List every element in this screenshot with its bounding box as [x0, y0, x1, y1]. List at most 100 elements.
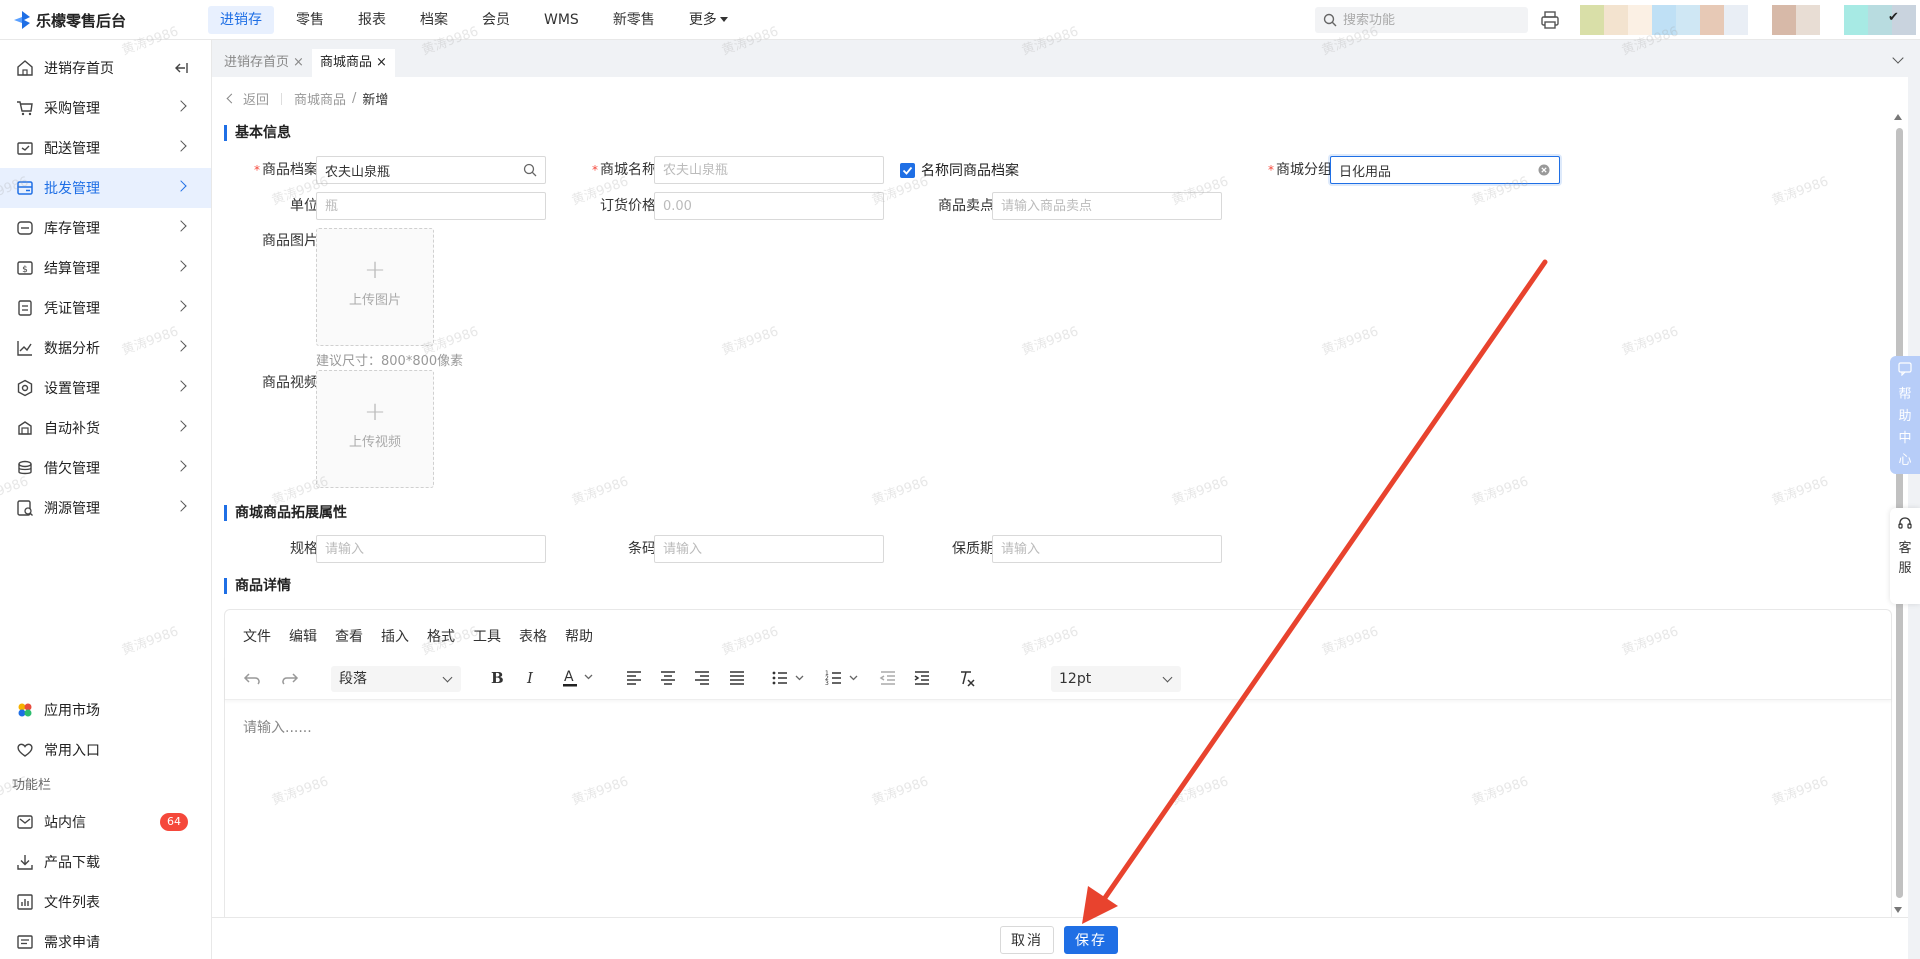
- tab-inventory-home[interactable]: 进销存首页 ×: [216, 49, 312, 77]
- printer-icon[interactable]: [1540, 10, 1560, 30]
- bold-icon[interactable]: B: [491, 666, 504, 690]
- wholesale-icon: [17, 181, 33, 195]
- unit-input[interactable]: [316, 192, 546, 220]
- tab-mall-products[interactable]: 商城商品 ×: [312, 49, 395, 77]
- breadcrumb-current: 新增: [362, 93, 389, 108]
- sidebar-item-voucher[interactable]: 凭证管理: [0, 288, 211, 328]
- product-file-input[interactable]: [316, 156, 546, 184]
- caret-down-icon: [719, 17, 728, 22]
- save-button[interactable]: 保存: [1064, 926, 1118, 954]
- spec-input[interactable]: [316, 535, 546, 563]
- image-size-hint: 建议尺寸：800*800像素: [316, 354, 464, 369]
- sidebar-item-settings[interactable]: 设置管理: [0, 368, 211, 408]
- sidebar-item-trace[interactable]: 溯源管理: [0, 488, 211, 528]
- nav-item-reports[interactable]: 报表: [346, 6, 398, 34]
- editor-menu-view[interactable]: 查看: [335, 626, 363, 646]
- close-icon[interactable]: ×: [293, 55, 304, 70]
- video-upload[interactable]: + 上传视频: [316, 370, 434, 488]
- breadcrumb-parent[interactable]: 商城商品: [294, 89, 346, 108]
- align-right-icon[interactable]: [693, 666, 711, 690]
- sidebar-item-messages[interactable]: 站内信 64: [0, 802, 212, 842]
- editor-content-area[interactable]: 请输入......: [243, 717, 312, 737]
- barcode-input[interactable]: [654, 535, 884, 563]
- sidebar-item-favorites[interactable]: 常用入口: [0, 730, 212, 770]
- block-format-select[interactable]: 段落: [331, 666, 461, 692]
- plus-icon: +: [364, 397, 386, 427]
- logo-icon: [14, 11, 30, 29]
- nav-item-new-retail[interactable]: 新零售: [601, 6, 667, 34]
- sidebar-item-inventory-home[interactable]: 进销存首页: [0, 48, 211, 88]
- sidebar-item-label: 数据分析: [44, 341, 100, 357]
- sidebar-item-settlement[interactable]: $ 结算管理: [0, 248, 211, 288]
- scroll-up-icon[interactable]: [1894, 114, 1902, 120]
- outdent-icon[interactable]: [879, 666, 897, 690]
- sidebar-item-label: 库存管理: [44, 221, 100, 237]
- delivery-icon: [17, 142, 33, 155]
- nav-item-more[interactable]: 更多: [677, 6, 740, 34]
- user-avatar-blurred[interactable]: [1580, 5, 1916, 35]
- mall-name-input[interactable]: [654, 156, 884, 184]
- text-color-icon[interactable]: A: [561, 666, 595, 690]
- bullet-list-icon[interactable]: [771, 666, 807, 690]
- order-price-input[interactable]: [654, 192, 884, 220]
- search-icon[interactable]: [523, 163, 537, 177]
- sidebar-item-purchase[interactable]: 采购管理: [0, 88, 211, 128]
- sidebar-item-label: 溯源管理: [44, 501, 100, 517]
- plus-icon: +: [364, 255, 386, 285]
- clear-format-icon[interactable]: [957, 666, 977, 690]
- image-label: 商品图片: [262, 233, 318, 249]
- mall-group-select[interactable]: [1330, 156, 1560, 184]
- sidebar-item-app-market[interactable]: 应用市场: [0, 690, 212, 730]
- user-menu-check-icon[interactable]: ✔: [1888, 10, 1899, 25]
- undo-icon[interactable]: [243, 666, 263, 690]
- top-bar: 乐檬零售后台 进销存 零售 报表 档案 会员 WMS 新零售 更多 ✔: [0, 0, 1920, 40]
- editor-menu-insert[interactable]: 插入: [381, 626, 409, 646]
- shelf-life-input[interactable]: [992, 535, 1222, 563]
- close-icon[interactable]: ×: [376, 55, 387, 70]
- help-center-tab[interactable]: 帮助中心: [1890, 356, 1920, 474]
- italic-icon[interactable]: I: [527, 666, 533, 690]
- app-market-icon: [18, 703, 32, 717]
- indent-icon[interactable]: [913, 666, 931, 690]
- sidebar-item-replenish[interactable]: 自动补货: [0, 408, 211, 448]
- align-justify-icon[interactable]: [728, 666, 746, 690]
- editor-menu-format[interactable]: 格式: [427, 626, 455, 646]
- numbered-list-icon[interactable]: 123: [825, 666, 861, 690]
- same-name-checkbox[interactable]: 名称同商品档案: [900, 156, 1019, 184]
- chevron-left-icon[interactable]: [226, 93, 237, 104]
- global-search[interactable]: [1315, 7, 1528, 33]
- align-center-icon[interactable]: [659, 666, 677, 690]
- selling-point-input[interactable]: [992, 192, 1222, 220]
- cancel-button[interactable]: 取消: [1000, 926, 1054, 954]
- nav-item-retail[interactable]: 零售: [284, 6, 336, 34]
- sidebar-item-wholesale[interactable]: 批发管理: [0, 168, 211, 208]
- clear-icon[interactable]: [1537, 163, 1551, 177]
- nav-item-inventory[interactable]: 进销存: [208, 6, 274, 34]
- nav-item-members[interactable]: 会员: [470, 6, 522, 34]
- chevron-down-icon[interactable]: [1892, 52, 1904, 64]
- editor-menu-help[interactable]: 帮助: [565, 626, 593, 646]
- sidebar-item-stock[interactable]: 库存管理: [0, 208, 211, 248]
- back-link[interactable]: 返回: [243, 89, 269, 108]
- customer-service-tab[interactable]: 客服: [1890, 508, 1920, 604]
- editor-menu-edit[interactable]: 编辑: [289, 626, 317, 646]
- collapse-sidebar-icon[interactable]: [173, 60, 189, 76]
- sidebar-item-downloads[interactable]: 产品下载: [0, 842, 212, 882]
- app-logo[interactable]: 乐檬零售后台: [14, 10, 126, 30]
- image-upload[interactable]: + 上传图片: [316, 228, 434, 346]
- align-left-icon[interactable]: [625, 666, 643, 690]
- sidebar-item-requests[interactable]: 需求申请: [0, 922, 212, 959]
- sidebar-item-analytics[interactable]: 数据分析: [0, 328, 211, 368]
- editor-menu-table[interactable]: 表格: [519, 626, 547, 646]
- sidebar-item-debt[interactable]: 借欠管理: [0, 448, 211, 488]
- nav-item-archives[interactable]: 档案: [408, 6, 460, 34]
- font-size-select[interactable]: 12pt: [1051, 666, 1181, 692]
- sidebar-item-file-list[interactable]: 文件列表: [0, 882, 212, 922]
- editor-menu-tools[interactable]: 工具: [473, 626, 501, 646]
- redo-icon[interactable]: [279, 666, 299, 690]
- global-search-input[interactable]: [1343, 12, 1513, 28]
- editor-menu-file[interactable]: 文件: [243, 626, 271, 646]
- scroll-down-icon[interactable]: [1894, 907, 1902, 913]
- nav-item-wms[interactable]: WMS: [532, 6, 591, 34]
- sidebar-item-delivery[interactable]: 配送管理: [0, 128, 211, 168]
